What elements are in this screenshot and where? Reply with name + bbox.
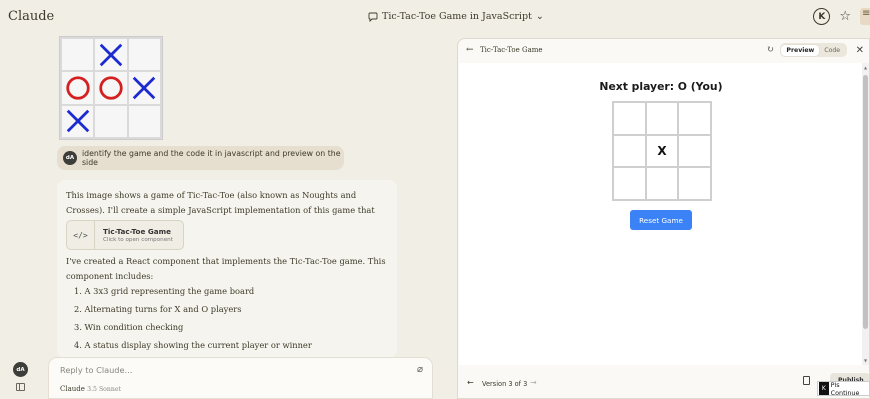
game-board: X [612, 101, 712, 201]
o-mark-icon [99, 76, 123, 100]
game-square[interactable] [613, 134, 646, 168]
tab-code[interactable]: Code [819, 45, 845, 56]
artifact-card[interactable]: </> Tic-Tac-Toe Game Click to open compo… [66, 220, 184, 250]
paperclip-icon[interactable]: ⌀ [417, 364, 423, 375]
scroll-up-icon[interactable]: ▲ [863, 65, 868, 70]
o-mark-icon [65, 76, 90, 100]
game-square[interactable] [645, 167, 679, 200]
model-name: Claude [60, 385, 85, 393]
board-image-cell [95, 39, 127, 71]
model-version: 3.5 Sonnet [87, 386, 122, 393]
game-square[interactable] [613, 102, 646, 135]
x-mark-icon [66, 110, 89, 133]
user-message: dA identify the game and the code it in … [57, 146, 344, 170]
conversation-title[interactable]: Tic-Tac-Toe Game in JavaScript ⌄ [368, 11, 544, 22]
keyboard-key-icon: K [819, 382, 829, 395]
list-item: 4. A status display showing the current … [74, 340, 312, 350]
assistant-message: This image shows a game of Tic-Tac-Toe (… [57, 180, 397, 358]
x-mark-icon [133, 76, 156, 100]
close-icon[interactable]: ✕ [853, 45, 867, 56]
left-rail-avatar[interactable]: dA [13, 362, 28, 377]
model-selector[interactable]: Claude 3.5 Sonnet [60, 385, 121, 393]
refresh-icon[interactable]: ↻ [766, 45, 774, 55]
game-square[interactable] [678, 102, 711, 135]
list-item: 1. A 3x3 grid representing the game boar… [74, 286, 255, 296]
game-square[interactable] [678, 167, 711, 200]
x-mark-icon [99, 43, 123, 66]
board-image-cell [62, 39, 94, 71]
chat-bubble-icon [368, 12, 378, 22]
chevron-down-icon: ⌄ [535, 11, 544, 22]
brand-logo[interactable]: Claude [8, 9, 54, 24]
copy-icon[interactable] [803, 376, 810, 385]
artifact-subtitle: Click to open component [103, 237, 173, 243]
list-item: 2. Alternating turns for X and O players [74, 304, 242, 314]
artifact-preview: Next player: O (You) X Reset Game [459, 63, 863, 365]
sidebar-panel-icon[interactable] [16, 383, 25, 391]
board-image-cell [128, 72, 160, 104]
star-icon[interactable]: ☆ [839, 10, 851, 23]
artifact-panel: ← Tic-Tac-Toe Game ↻ Preview Code ✕ Next… [457, 38, 870, 399]
artifact-name: Tic-Tac-Toe Game [103, 227, 171, 236]
tooltip-text: Pls Continue [830, 380, 860, 397]
artifact-panel-title: Tic-Tac-Toe Game [480, 46, 543, 54]
game-square[interactable] [645, 102, 679, 135]
reset-game-button[interactable]: Reset Game [630, 210, 692, 230]
scrollbar-thumb[interactable] [863, 75, 868, 329]
scroll-down-icon[interactable]: ▼ [863, 358, 868, 363]
code-icon: </> [67, 221, 95, 249]
board-image-cell [95, 105, 127, 137]
conversation-title-label: Tic-Tac-Toe Game in JavaScript [382, 11, 532, 22]
continue-shortcut-tooltip[interactable]: K Pls Continue [817, 380, 870, 397]
reply-composer[interactable]: Reply to Claude... ⌀ Claude 3.5 Sonnet [48, 357, 433, 399]
board-image-cell [62, 72, 94, 104]
top-bar: Claude Tic-Tac-Toe Game in JavaScript ⌄ … [0, 0, 870, 36]
version-label: Version 3 of 3 [482, 380, 528, 388]
artifact-panel-footer: ← Version 3 of 3 → Publish [458, 370, 869, 398]
avatar: dA [13, 362, 28, 377]
board-image-cell [62, 105, 94, 137]
assistant-body-text: I've created a React component that impl… [66, 256, 386, 281]
board-image-cell [128, 39, 160, 71]
game-status: Next player: O (You) [599, 80, 723, 93]
uploaded-board-image[interactable] [59, 36, 163, 140]
settings-icon[interactable]: ≡ [860, 8, 870, 25]
previous-version-icon[interactable]: ← [467, 378, 474, 387]
feature-list: 1. A 3x3 grid representing the game boar… [74, 284, 392, 356]
game-square[interactable] [678, 134, 711, 168]
next-version-icon[interactable]: → [530, 378, 537, 387]
list-item: 3. Win condition checking [74, 322, 184, 332]
reply-input[interactable]: Reply to Claude... [60, 365, 132, 375]
back-arrow-icon[interactable]: ← [466, 45, 474, 55]
tab-preview[interactable]: Preview [781, 44, 820, 56]
avatar: dA [63, 151, 77, 165]
game-square[interactable] [613, 167, 646, 200]
view-toggle: Preview Code [779, 43, 847, 57]
game-square[interactable]: X [645, 134, 679, 168]
board-image-cell [128, 105, 160, 137]
account-avatar[interactable]: K [813, 8, 831, 25]
board-image-cell [95, 72, 127, 104]
artifact-panel-header: ← Tic-Tac-Toe Game ↻ Preview Code ✕ [458, 39, 869, 63]
user-message-text: identify the game and the code it in jav… [82, 149, 341, 167]
